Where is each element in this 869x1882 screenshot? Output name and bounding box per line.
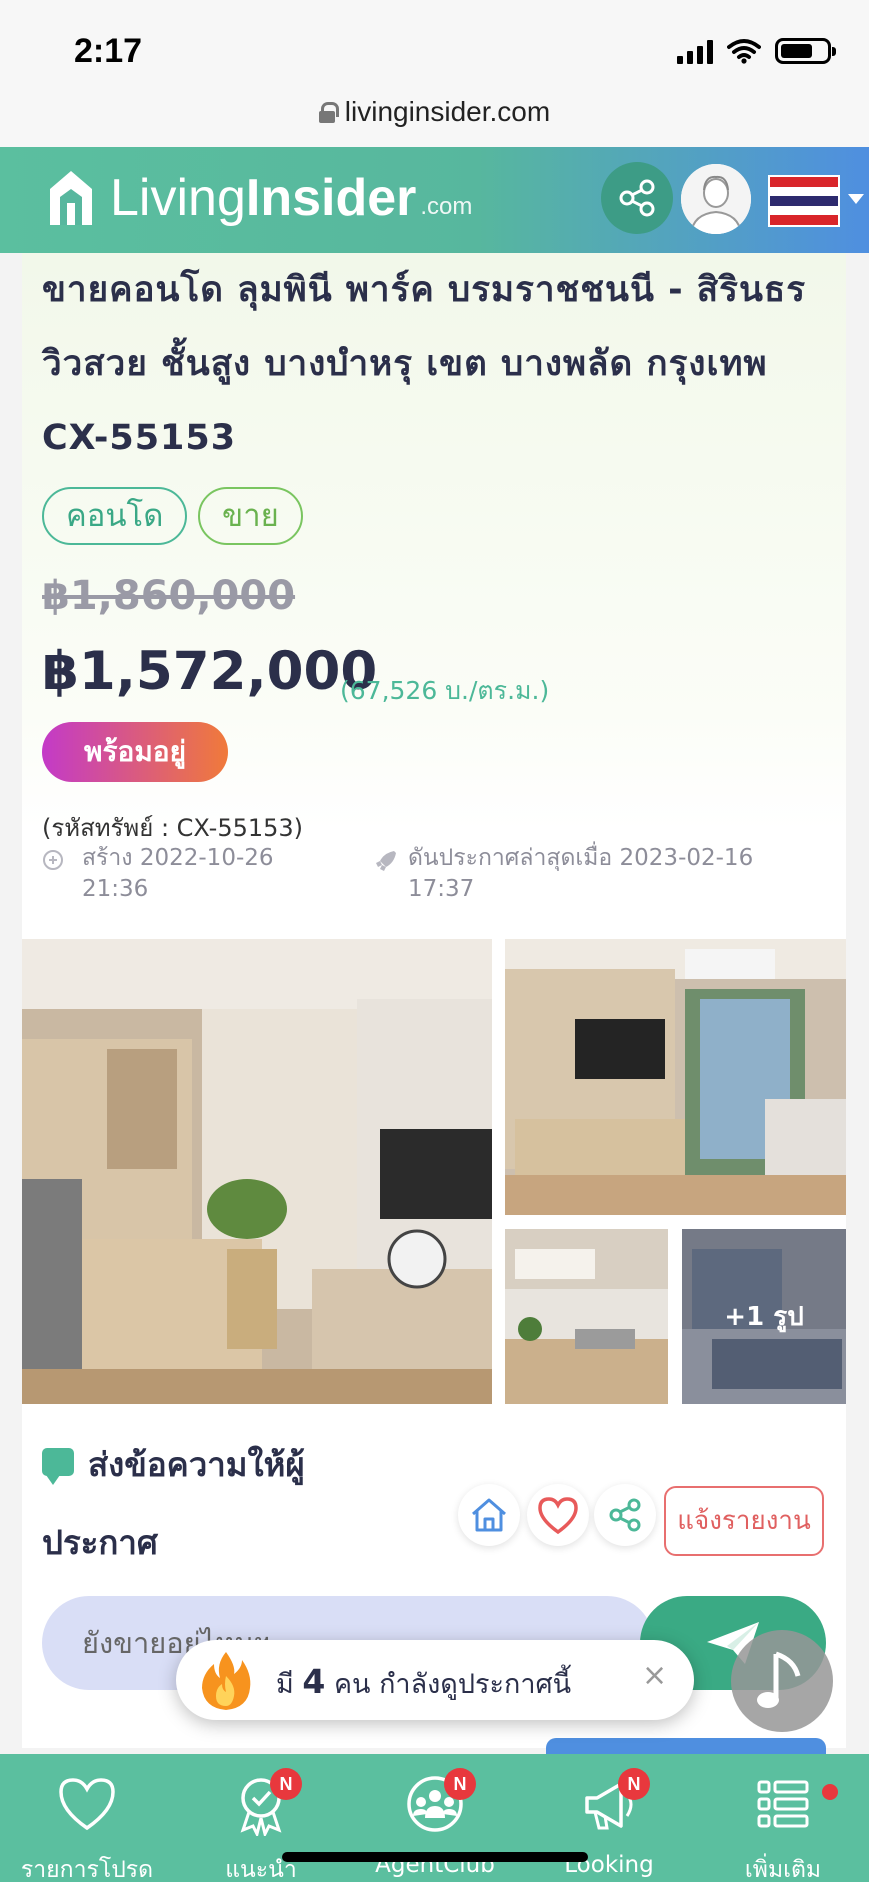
site-logo[interactable]: LivingInsider .com	[46, 167, 472, 229]
nav-recommended[interactable]: N แนะนำ	[174, 1754, 348, 1882]
created-date: สร้าง 2022-10-26 21:36	[42, 843, 302, 905]
heart-icon	[59, 1778, 115, 1831]
nav-agentclub[interactable]: N AgentClub	[348, 1754, 522, 1882]
tag-sale[interactable]: ขาย	[198, 487, 303, 545]
heart-icon	[538, 1497, 578, 1535]
share-icon	[619, 179, 655, 217]
rocket-icon	[376, 851, 396, 871]
bottom-navigation: รายการโปรด N แนะนำ N AgentClub N Looking…	[0, 1754, 869, 1882]
music-player-button[interactable]	[731, 1630, 833, 1732]
contact-title: ส่งข้อความให้ผู้ประกาศ	[42, 1445, 305, 1562]
property-code: (รหัสทรัพย์ : CX-55153)	[42, 814, 304, 842]
nav-label: เพิ่มเติม	[744, 1857, 822, 1882]
thai-flag-icon[interactable]	[768, 175, 840, 227]
fire-icon	[202, 1652, 251, 1710]
wifi-icon	[727, 39, 761, 64]
share-button[interactable]	[594, 1484, 656, 1546]
site-header: LivingInsider .com	[0, 147, 869, 253]
favorite-button[interactable]	[527, 1484, 589, 1546]
lock-icon	[318, 102, 339, 123]
home-indicator	[282, 1852, 588, 1862]
battery-icon	[775, 38, 836, 64]
nav-looking[interactable]: N Looking	[522, 1754, 696, 1882]
viewers-toast: มี 4 คน กำลังดูประกาศนี้ ×	[176, 1640, 694, 1720]
gallery-photo-3[interactable]	[505, 1229, 668, 1404]
viewers-text: มี 4 คน กำลังดูประกาศนี้	[276, 1662, 572, 1701]
nav-label: รายการโปรด	[20, 1857, 154, 1882]
user-avatar-icon	[681, 164, 751, 234]
logo-wordmark: LivingInsider	[110, 169, 417, 227]
gallery-photo-2[interactable]	[505, 939, 846, 1215]
nav-badge: N	[618, 1768, 650, 1800]
menu-list-icon	[757, 1780, 809, 1828]
status-bar: 2:17	[0, 0, 869, 92]
home-button[interactable]	[458, 1484, 520, 1546]
status-badge: พร้อมอยู่	[42, 722, 228, 782]
language-dropdown-caret-icon[interactable]	[848, 194, 864, 204]
status-icons	[677, 38, 836, 64]
status-time: 2:17	[74, 32, 143, 70]
nav-more[interactable]: เพิ่มเติม	[696, 1754, 869, 1882]
report-button[interactable]: แจ้งรายงาน	[664, 1486, 824, 1556]
logo-domain: .com	[420, 193, 473, 220]
bumped-date: ดันประกาศล่าสุดเมื่อ 2023-02-16 17:37	[374, 843, 794, 905]
nav-badge: N	[444, 1768, 476, 1800]
nav-favorites[interactable]: รายการโปรด	[0, 1754, 174, 1882]
user-avatar[interactable]	[681, 164, 751, 234]
toast-close-button[interactable]: ×	[642, 1658, 667, 1693]
more-photos-label: +1 รูป	[724, 1302, 804, 1332]
add-circle-icon	[43, 850, 63, 870]
music-note-icon	[757, 1651, 801, 1708]
old-price: ฿1,860,000	[42, 573, 296, 619]
cell-signal-icon	[677, 38, 713, 64]
header-share-button[interactable]	[601, 162, 673, 234]
share-icon	[609, 1498, 641, 1532]
gallery-photo-4-more[interactable]: +1 รูป	[682, 1229, 846, 1404]
url-text: livinginsider.com	[344, 96, 551, 127]
photo-gallery: +1 รูป	[22, 939, 846, 1405]
main-photo[interactable]	[22, 939, 492, 1404]
logo-house-icon	[50, 171, 92, 225]
price-per-sqm: (67,526 บ./ตร.ม.)	[340, 676, 550, 705]
listing-title: ขายคอนโด ลุมพินี พาร์ค บรมราชชนนี - สิริ…	[42, 270, 807, 458]
home-icon	[472, 1498, 506, 1532]
nav-badge: N	[270, 1768, 302, 1800]
address-bar[interactable]: livinginsider.com	[0, 92, 869, 147]
current-price: ฿1,572,000	[42, 641, 378, 702]
nav-notification-dot	[822, 1784, 838, 1800]
tag-condo[interactable]: คอนโด	[42, 487, 188, 545]
listing-card: ขายคอนโด ลุมพินี พาร์ค บรมราชชนนี - สิริ…	[22, 253, 846, 1406]
